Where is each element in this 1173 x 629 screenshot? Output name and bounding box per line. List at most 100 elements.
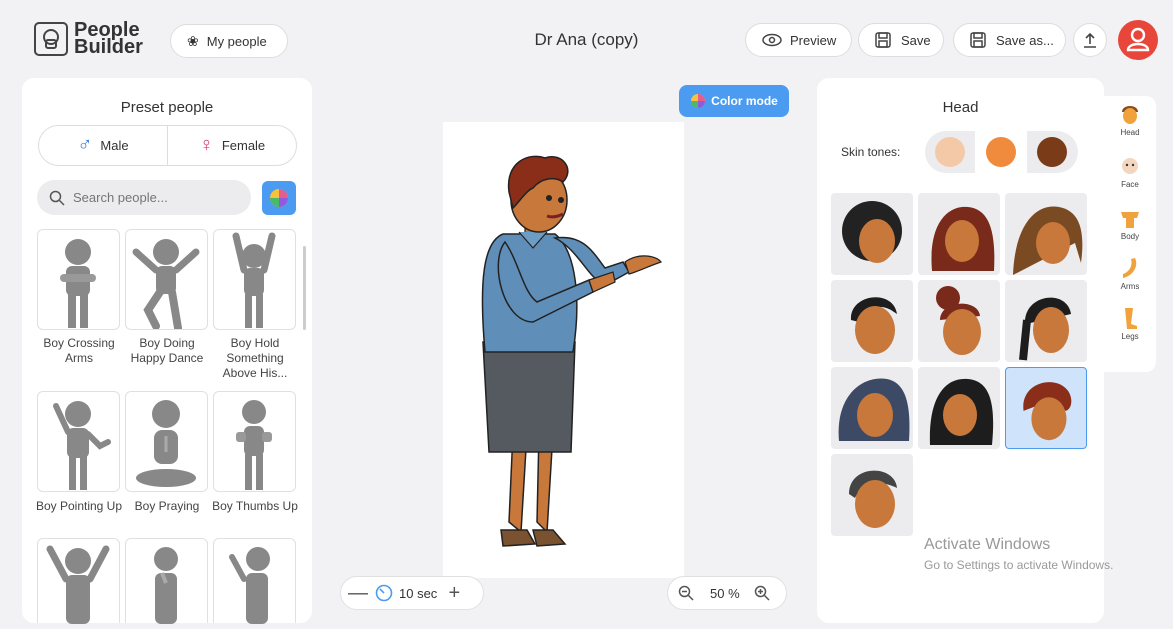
hair-option[interactable] [918,367,1000,449]
skin-tone-light[interactable] [935,137,965,167]
preset-label: Boy Crossing Arms [43,336,115,365]
preset-card[interactable] [125,538,208,624]
figure-thumbnail [132,239,200,332]
tab-face[interactable]: Face [1104,154,1156,189]
timer-value: 10 sec [399,585,438,601]
legs-icon [1125,308,1137,329]
preset-label: Boy Hold Something Above His... [222,336,288,380]
hair-short-thumbnail [850,297,897,354]
preset-card[interactable] [125,391,208,492]
preset-card[interactable] [213,538,296,624]
save-as-button[interactable]: Save as... [953,23,1066,57]
eye-icon [762,33,782,47]
tab-female-label: Female [221,138,266,153]
hair-buzz-thumbnail [849,470,897,528]
user-avatar[interactable] [1118,20,1158,60]
skin-tones-label: Skin tones: [841,145,901,159]
preset-card[interactable] [37,538,120,624]
save-as-label: Save as... [996,32,1054,48]
tab-arms[interactable]: Arms [1104,256,1156,291]
preset-card[interactable] [213,391,296,492]
animation-timer-control: — 10 sec + [340,576,484,610]
tab-legs[interactable]: Legs [1104,306,1156,341]
character-canvas[interactable] [443,122,684,578]
windows-activation-watermark: Activate Windows Go to Settings to activ… [924,536,1113,572]
zoom-out-icon[interactable] [678,585,694,601]
preset-card[interactable] [37,391,120,492]
category-tabs: Head Face Body Arms Legs [1104,96,1156,372]
figure-thumbnail [60,239,96,328]
figure-thumbnail [154,547,178,624]
hair-option-selected[interactable] [1005,367,1087,449]
preset-card[interactable] [213,229,296,330]
search-icon [49,190,65,206]
preview-button[interactable]: Preview [745,23,852,57]
body-icon [1121,212,1139,228]
panel-title: Head [942,99,979,116]
color-filter-button[interactable] [262,181,296,215]
preset-label: Boy Praying [134,499,200,513]
hair-afro-thumbnail [842,201,902,263]
hair-locs-thumbnail [931,206,995,271]
hair-braids-thumbnail [1013,206,1083,275]
zoom-control: 50 % [667,576,787,610]
arms-icon [1123,258,1137,278]
floppy-disk-icon [875,32,891,48]
hair-option[interactable] [1005,193,1087,275]
figure-thumbnail [46,545,110,624]
tab-head[interactable]: Head [1104,102,1156,137]
color-mode-button[interactable]: Color mode [679,85,789,117]
hair-option[interactable] [831,193,913,275]
hair-option[interactable] [918,280,1000,362]
tab-male[interactable]: ♂ Male [39,126,168,165]
gender-toggle: ♂ Male ♀ Female [38,125,297,166]
floppy-disk-icon [970,32,986,48]
hair-option[interactable] [831,454,913,536]
figure-thumbnail [53,401,111,490]
preset-list-scrollbar[interactable] [303,246,306,330]
figure-thumbnail [229,547,270,624]
tab-head-label: Head [1120,128,1140,137]
male-icon: ♂ [77,134,93,156]
watermark-subtitle: Go to Settings to activate Windows. [924,558,1114,572]
preset-card[interactable] [37,229,120,330]
increase-time-button[interactable]: + [437,582,471,605]
head-icon [1122,106,1138,124]
tab-female[interactable]: ♀ Female [168,126,296,165]
preset-card[interactable] [125,229,208,332]
watermark-title: Activate Windows [924,536,1051,553]
tab-body-label: Body [1120,232,1140,241]
hair-curly-top-thumbnail [1023,382,1072,441]
tab-face-label: Face [1121,180,1139,189]
upload-icon [1084,32,1096,48]
skin-tone-dark[interactable] [1037,137,1067,167]
search-input[interactable] [71,189,235,206]
decrease-time-button[interactable]: — [341,582,375,605]
preview-label: Preview [790,32,837,48]
hair-option[interactable] [831,367,913,449]
tab-body[interactable]: Body [1104,206,1156,241]
preset-people-panel: Preset people ♂ Male ♀ Female Search peo… [22,78,312,624]
hair-long-locs-thumbnail [929,378,994,445]
figure-thumbnail [236,400,272,490]
skin-tone-selector [925,131,1078,173]
hair-option[interactable] [831,280,913,362]
tab-arms-label: Arms [1120,282,1140,291]
preset-label: Boy Doing Happy Dance [130,336,204,365]
panel-title: Preset people [120,99,214,116]
export-button[interactable] [1073,23,1107,57]
hair-side-braid-thumbnail [1019,297,1071,361]
zoom-in-icon[interactable] [754,585,770,601]
color-mode-label: Color mode [711,94,778,108]
female-icon: ♀ [198,134,214,156]
save-button[interactable]: Save [858,23,944,57]
color-wheel-icon [691,94,706,108]
hair-option[interactable] [1005,280,1087,362]
skin-tone-medium-swatch[interactable] [986,137,1016,167]
figure-thumbnail [136,400,196,487]
zoom-level: 50 % [710,585,740,601]
hair-option[interactable] [918,193,1000,275]
search-box [37,180,251,215]
preset-label: Boy Thumbs Up [212,499,298,513]
face-icon [1122,158,1138,174]
